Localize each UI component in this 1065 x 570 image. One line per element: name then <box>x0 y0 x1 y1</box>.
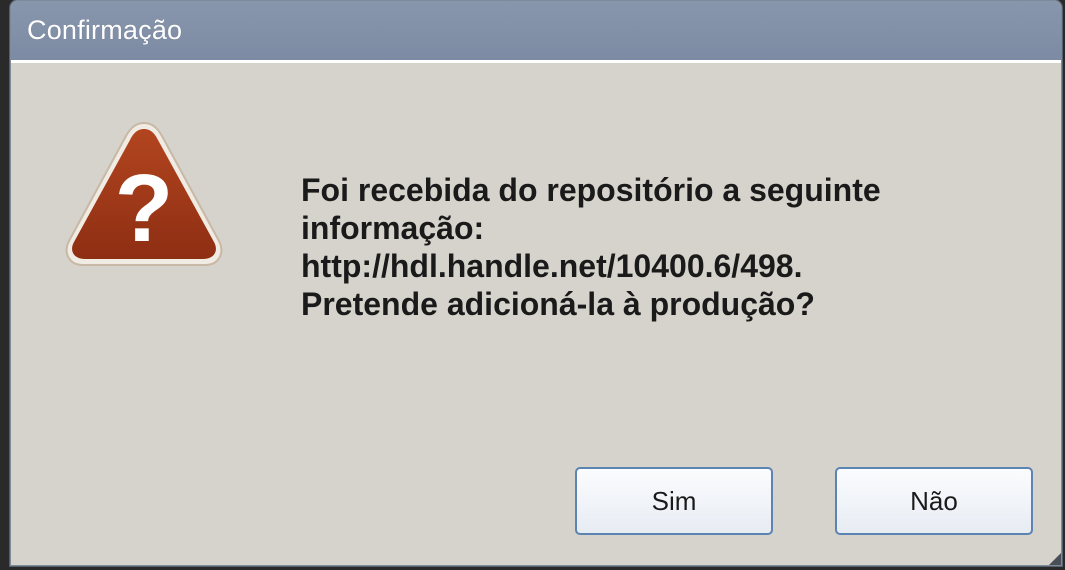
dialog-title: Confirmação <box>27 15 183 45</box>
dialog-titlebar[interactable]: Confirmação <box>11 1 1061 63</box>
confirmation-dialog: Confirmação ? Foi recebida do repositóri… <box>10 0 1062 566</box>
dialog-message: Foi recebida do repositório a seguinte i… <box>301 171 1021 323</box>
message-line: Foi recebida do repositório a seguinte <box>301 172 881 208</box>
svg-text:?: ? <box>115 155 174 262</box>
message-line-url: http://hdl.handle.net/10400.6/498. <box>301 248 803 284</box>
yes-button[interactable]: Sim <box>575 467 773 535</box>
message-line: informação: <box>301 210 485 246</box>
question-warning-icon: ? <box>65 121 223 266</box>
resize-grip-icon[interactable] <box>1047 553 1061 566</box>
dialog-content: ? Foi recebida do repositório a seguinte… <box>11 63 1061 566</box>
no-button[interactable]: Não <box>835 467 1033 535</box>
message-line: Pretende adicioná-la à produção? <box>301 286 815 322</box>
